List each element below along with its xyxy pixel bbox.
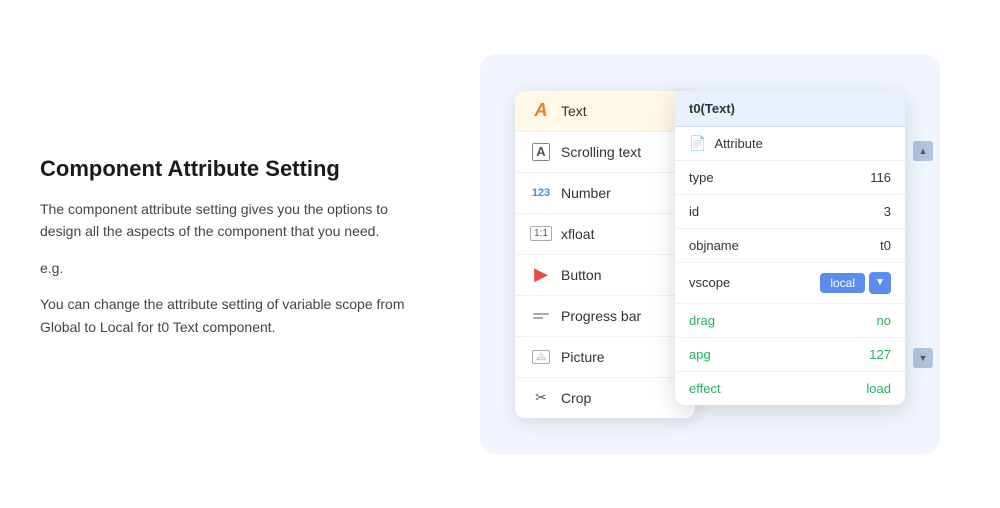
attr-value-objname: t0	[880, 238, 891, 253]
attr-value-vscope: local	[820, 273, 865, 293]
attr-row-apg: apg 127	[675, 338, 905, 372]
component-label-scrolling-text: Scrolling text	[561, 144, 641, 160]
component-item-number[interactable]: 123 Number	[515, 173, 695, 214]
number-icon: 123	[531, 183, 551, 203]
button-icon: ▶	[531, 265, 551, 285]
attr-row-effect: effect load	[675, 372, 905, 405]
page-title: Component Attribute Setting	[40, 156, 420, 182]
attr-subheader: 📄 Attribute	[675, 127, 905, 161]
paragraph-2: You can change the attribute setting of …	[40, 293, 420, 338]
crop-icon: ✂	[531, 388, 551, 408]
attr-key-drag: drag	[689, 313, 877, 328]
paragraph-1: The component attribute setting gives yo…	[40, 198, 420, 243]
component-item-text[interactable]: A Text	[515, 91, 695, 132]
attr-key-objname: objname	[689, 238, 880, 253]
component-label-crop: Crop	[561, 390, 591, 406]
component-label-text: Text	[561, 103, 587, 119]
component-label-picture: Picture	[561, 349, 605, 365]
xfloat-icon: 1:1	[531, 224, 551, 244]
scroll-down-button[interactable]: ▼	[913, 348, 933, 368]
attr-key-vscope: vscope	[689, 275, 820, 290]
vscope-dropdown-arrow[interactable]: ▼	[869, 272, 891, 294]
text-section: Component Attribute Setting The componen…	[40, 156, 460, 352]
component-label-button: Button	[561, 267, 601, 283]
scrollbar-container: ▲ ▼	[913, 91, 933, 418]
component-item-progress-bar[interactable]: Progress bar	[515, 296, 695, 337]
attr-value-drag: no	[877, 313, 891, 328]
component-item-xfloat[interactable]: 1:1 xfloat	[515, 214, 695, 255]
component-item-scrolling-text[interactable]: A Scrolling text	[515, 132, 695, 173]
picture-icon: 🏔	[531, 347, 551, 367]
component-item-crop[interactable]: ✂ Crop	[515, 378, 695, 418]
attr-key-effect: effect	[689, 381, 866, 396]
text-icon: A	[531, 101, 551, 121]
page-container: Component Attribute Setting The componen…	[0, 0, 1000, 508]
attr-value-id: 3	[884, 204, 891, 219]
attr-row-id: id 3	[675, 195, 905, 229]
attr-value-type: 116	[870, 170, 891, 185]
attr-value-effect: load	[866, 381, 891, 396]
attr-subheader-label: Attribute	[714, 136, 762, 151]
attribute-panel: t0(Text) 📄 Attribute type 116 id 3	[675, 91, 905, 405]
component-item-button[interactable]: ▶ Button	[515, 255, 695, 296]
component-label-number: Number	[561, 185, 611, 201]
scrolling-text-icon: A	[531, 142, 551, 162]
scroll-up-button[interactable]: ▲	[913, 141, 933, 161]
ui-section: A Text A Scrolling text 123 Number	[460, 91, 960, 418]
attr-key-id: id	[689, 204, 884, 219]
component-panel: A Text A Scrolling text 123 Number	[515, 91, 695, 418]
attr-row-type: type 116	[675, 161, 905, 195]
attr-row-drag: drag no	[675, 304, 905, 338]
attr-row-objname: objname t0	[675, 229, 905, 263]
vscope-dropdown[interactable]: local ▼	[820, 272, 891, 294]
component-item-picture[interactable]: 🏔 Picture	[515, 337, 695, 378]
eg-label: e.g.	[40, 257, 420, 279]
component-label-progress-bar: Progress bar	[561, 308, 641, 324]
attr-key-type: type	[689, 170, 870, 185]
attr-key-apg: apg	[689, 347, 869, 362]
attr-row-vscope[interactable]: vscope local ▼	[675, 263, 905, 304]
document-icon: 📄	[689, 135, 706, 152]
component-label-xfloat: xfloat	[561, 226, 594, 242]
attr-title: t0(Text)	[675, 91, 905, 127]
panels-wrapper: A Text A Scrolling text 123 Number	[515, 91, 905, 418]
attr-value-apg: 127	[869, 347, 891, 362]
progress-bar-icon	[531, 306, 551, 326]
